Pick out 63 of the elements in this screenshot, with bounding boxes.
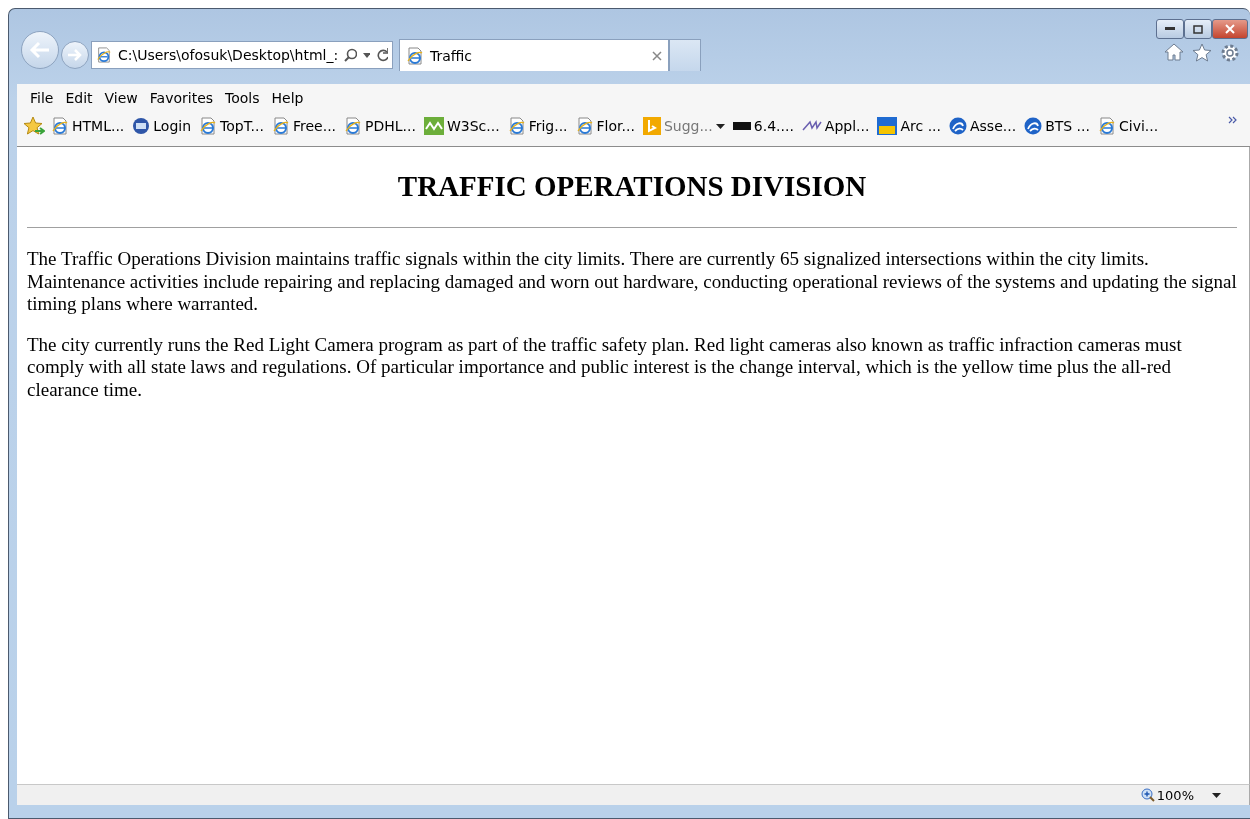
ie-icon	[575, 117, 594, 135]
favorite-link[interactable]: Login	[132, 117, 192, 135]
favorite-link[interactable]: 6.4....	[732, 118, 794, 134]
minimize-icon	[1165, 27, 1175, 31]
ie-icon	[1097, 117, 1116, 135]
maximize-button[interactable]	[1184, 19, 1212, 39]
back-button[interactable]	[21, 31, 59, 69]
ie-icon	[199, 117, 218, 135]
refresh-icon	[375, 48, 388, 62]
paragraph: The Traffic Operations Division maintains traffic signals within the city limits. There are currently 65 signalized intersections within the city limits. Maintenance activities include repairing and replacing damaged and worn out hardware, conducting operational reviews of the systems and updating the signal timing plans where warranted.	[27, 248, 1237, 316]
page-heading: TRAFFIC OPERATIONS DIVISION	[396, 169, 868, 203]
menu-item[interactable]: File	[27, 90, 63, 106]
favorite-link[interactable]: Asse...	[949, 117, 1017, 135]
right-arrow-icon	[67, 48, 83, 62]
paragraph: The city currently runs the Red Light Camera program as part of the traffic safety plan. Red light cameras also known as traffic infraction cameras must comply with all state laws and regulations. Of particular importance and public interest is the change interval, which is the yellow time plus the all-red clearance time.	[27, 333, 1183, 401]
favorite-link[interactable]: Arc ...	[877, 117, 941, 135]
address-field[interactable]: C:\Users\ofosuk\Desktop\html_:	[91, 41, 393, 69]
ie-icon	[344, 117, 363, 135]
wave-icon	[423, 117, 444, 135]
zoom-level[interactable]: 100%	[1140, 787, 1194, 803]
close-tab-icon	[652, 50, 662, 61]
menu-item[interactable]: View	[101, 90, 147, 106]
globe-icon	[132, 117, 151, 135]
zoom-icon	[1140, 788, 1155, 802]
favorite-link[interactable]: HTML...	[51, 117, 125, 135]
left-arrow-icon	[29, 41, 51, 59]
b-logo-icon	[642, 117, 661, 135]
favorite-link[interactable]: PDHL...	[344, 117, 416, 135]
chevron-icon[interactable]	[1228, 116, 1238, 124]
caret-icon	[715, 123, 725, 129]
favorite-link[interactable]: BTS ...	[1024, 117, 1090, 135]
search-icon	[344, 48, 357, 62]
minimize-button[interactable]	[1156, 19, 1184, 39]
ie-icon	[51, 117, 69, 135]
star-icon[interactable]	[1192, 43, 1212, 62]
favorite-link[interactable]: Civi...	[1097, 117, 1159, 135]
ie-icon	[507, 117, 526, 135]
star-icon[interactable]	[23, 116, 45, 136]
favorite-link[interactable]: Sugg...	[642, 117, 725, 135]
close-button[interactable]	[1212, 19, 1248, 39]
favorite-link[interactable]: Free...	[271, 117, 337, 135]
favorite-link[interactable]: Frig...	[507, 117, 568, 135]
forward-button[interactable]	[61, 41, 89, 69]
ie-icon	[406, 46, 424, 65]
favorite-link[interactable]: Appl...	[801, 118, 870, 134]
caret-icon	[362, 52, 370, 58]
ie-icon	[96, 46, 112, 64]
favorite-link[interactable]: Flor...	[575, 117, 635, 135]
settings-icon[interactable]	[1220, 43, 1240, 63]
maximize-icon	[1193, 24, 1203, 34]
menu-item[interactable]: Tools	[222, 90, 269, 106]
swirl-icon	[1024, 117, 1043, 135]
menu-item[interactable]: Edit	[62, 90, 102, 106]
swirl-icon	[949, 117, 967, 135]
close-icon	[1225, 24, 1235, 34]
caret-icon[interactable]	[1212, 792, 1221, 798]
favorite-link[interactable]: TopT...	[199, 117, 264, 135]
menu-item[interactable]: Help	[268, 90, 313, 106]
menu-item[interactable]: Favorites	[146, 90, 223, 106]
arc-logo-icon	[877, 117, 898, 135]
favorite-link[interactable]: W3Sc...	[423, 117, 500, 135]
ie-icon	[271, 117, 290, 135]
browser-tab[interactable]: Traffic	[399, 39, 669, 71]
